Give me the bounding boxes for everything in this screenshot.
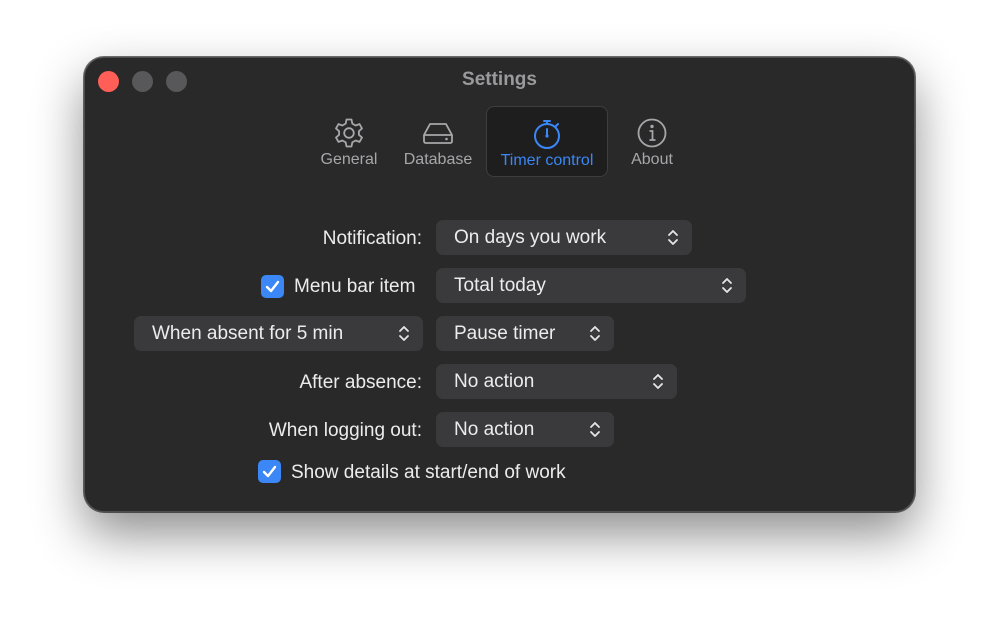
tab-database[interactable]: Database <box>397 106 479 177</box>
logging-out-label: When logging out: <box>268 420 422 441</box>
tab-timer-control-label: Timer control <box>500 152 594 169</box>
chevron-up-down-icon <box>668 230 678 245</box>
show-details-checkbox[interactable] <box>258 460 281 483</box>
tab-about[interactable]: About <box>616 106 688 177</box>
notification-popup[interactable]: On days you work <box>436 220 692 255</box>
tab-general[interactable]: General <box>313 106 385 177</box>
tab-about-label: About <box>631 151 673 168</box>
menu-bar-item-value: Total today <box>454 275 546 296</box>
after-absence-value: No action <box>454 371 535 392</box>
absence-trigger-popup[interactable]: When absent for 5 min <box>134 316 423 351</box>
menu-bar-item-label[interactable]: Menu bar item <box>294 276 415 298</box>
drive-icon <box>421 116 455 150</box>
absence-action-popup[interactable]: Pause timer <box>436 316 614 351</box>
chevron-up-down-icon <box>590 326 600 341</box>
show-details-label[interactable]: Show details at start/end of work <box>291 462 566 484</box>
notification-value: On days you work <box>454 227 607 248</box>
absence-action-value: Pause timer <box>454 323 556 344</box>
menu-bar-item-popup[interactable]: Total today <box>436 268 746 303</box>
logging-out-value: No action <box>454 419 535 440</box>
notification-label: Notification: <box>322 228 422 249</box>
chevron-up-down-icon <box>399 326 409 341</box>
chevron-up-down-icon <box>590 422 600 437</box>
gear-icon <box>332 116 366 150</box>
chevron-up-down-icon <box>653 374 663 389</box>
settings-window: Settings General Database Timer control … <box>84 57 915 512</box>
menu-bar-item-checkbox[interactable] <box>261 275 284 298</box>
info-icon <box>635 116 669 150</box>
logging-out-popup[interactable]: No action <box>436 412 614 447</box>
tab-timer-control[interactable]: Timer control <box>486 106 608 177</box>
tab-database-label: Database <box>403 151 473 168</box>
chevron-up-down-icon <box>722 278 732 293</box>
after-absence-popup[interactable]: No action <box>436 364 677 399</box>
stopwatch-icon <box>530 117 564 151</box>
checkmark-icon <box>262 465 277 478</box>
checkmark-icon <box>265 280 280 293</box>
after-absence-label: After absence: <box>299 372 422 393</box>
tab-general-label: General <box>320 151 378 168</box>
window-title: Settings <box>462 69 537 90</box>
absence-trigger-value: When absent for 5 min <box>152 323 344 344</box>
